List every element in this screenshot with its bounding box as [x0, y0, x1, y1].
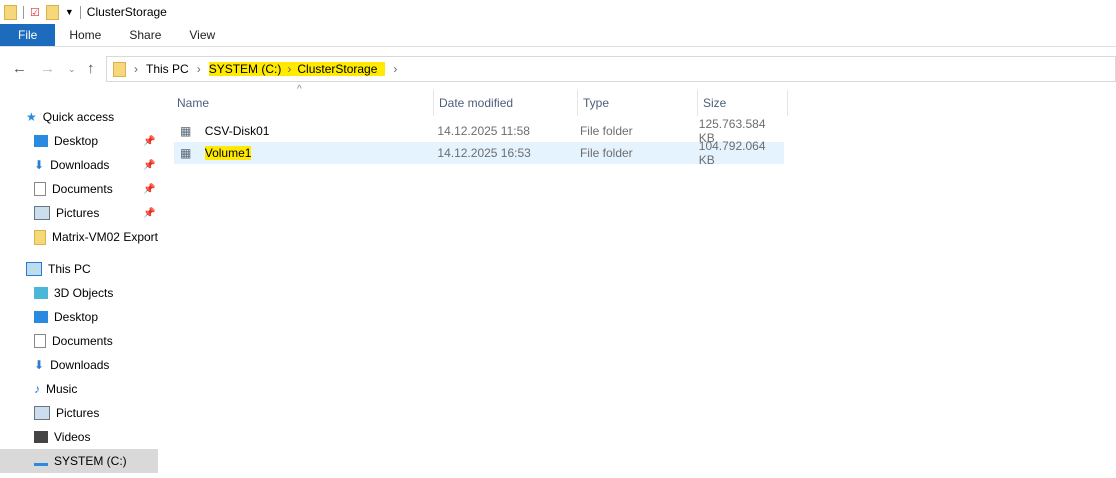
sidebar-item-music[interactable]: ♪ Music	[0, 377, 158, 401]
download-icon: ⬇	[34, 158, 45, 172]
folder-icon	[113, 61, 126, 77]
documents-icon	[34, 182, 46, 196]
drive-icon	[34, 457, 48, 466]
pin-icon: 📌	[143, 207, 156, 219]
file-row[interactable]: ▦ Volume1 14.12.2025 16:53 File folder 1…	[174, 139, 784, 167]
sidebar-item-desktop[interactable]: Desktop 📌	[0, 129, 158, 153]
breadcrumb-this-pc[interactable]: This PC	[146, 62, 189, 76]
sidebar-item-documents-pc[interactable]: Documents	[0, 329, 158, 353]
file-row[interactable]: ▦ CSV-Disk01 14.12.2025 11:58 File folde…	[174, 117, 784, 145]
column-headers: Name Date modified Type Size	[172, 90, 788, 116]
address-bar[interactable]: › This PC › SYSTEM (C:) › ClusterStorage…	[106, 56, 1116, 82]
pin-icon: 📌	[143, 183, 156, 195]
window-title: ClusterStorage	[86, 5, 167, 19]
sidebar-item-documents[interactable]: Documents 📌	[0, 177, 158, 201]
sidebar-item-videos[interactable]: Videos	[0, 425, 158, 449]
pictures-icon	[34, 206, 50, 220]
sidebar-item-downloads[interactable]: ⬇ Downloads 📌	[0, 153, 158, 177]
pin-icon: 📌	[143, 159, 156, 171]
breadcrumb-system-c[interactable]: SYSTEM (C:)	[208, 62, 282, 76]
mounted-volume-icon: ▦	[180, 146, 192, 160]
folder-icon	[34, 229, 46, 245]
column-size[interactable]: Size	[698, 90, 788, 116]
recent-chevron-icon[interactable]: ⌄	[68, 64, 76, 75]
download-icon: ⬇	[34, 358, 45, 372]
column-name[interactable]: Name	[172, 90, 434, 116]
tab-file[interactable]: File	[0, 24, 56, 46]
sidebar-item-matrix-vm02[interactable]: Matrix-VM02 Export	[0, 225, 158, 249]
customize-qat-icon[interactable]: ▼	[65, 7, 74, 17]
music-icon: ♪	[34, 382, 40, 396]
back-arrow-icon[interactable]: ←	[12, 60, 27, 77]
new-folder-icon[interactable]	[45, 4, 59, 20]
sidebar-item-pictures[interactable]: Pictures 📌	[0, 201, 158, 225]
breadcrumb-clusterstorage[interactable]: ClusterStorage	[297, 62, 386, 76]
navigation-pane: ★ Quick access Desktop 📌 ⬇ Downloads 📌 Docum…	[0, 105, 158, 473]
navigation-bar: ← → ⌄ ↑ › This PC › SYSTEM (C:) › Cluste…	[0, 52, 1116, 82]
desktop-icon	[34, 135, 48, 147]
sidebar-item-system-c[interactable]: SYSTEM (C:)	[0, 449, 158, 473]
properties-icon[interactable]: ☑	[30, 6, 40, 19]
quick-access-toolbar: ☑ ▼ ClusterStorage	[0, 0, 167, 24]
tab-view[interactable]: View	[175, 24, 229, 46]
mounted-volume-icon: ▦	[180, 124, 192, 138]
forward-arrow-icon[interactable]: →	[40, 60, 55, 77]
pictures-icon	[34, 406, 50, 420]
sidebar-item-downloads-pc[interactable]: ⬇ Downloads	[0, 353, 158, 377]
column-date-modified[interactable]: Date modified	[434, 90, 578, 116]
pin-icon: 📌	[143, 135, 156, 147]
tab-share[interactable]: Share	[115, 24, 175, 46]
videos-icon	[34, 431, 48, 443]
ribbon-tabs: File Home Share View	[0, 24, 1116, 47]
sidebar-item-3d-objects[interactable]: 3D Objects	[0, 281, 158, 305]
folder-icon	[4, 4, 17, 20]
sidebar-this-pc[interactable]: This PC	[0, 257, 158, 281]
sidebar-item-desktop-pc[interactable]: Desktop	[0, 305, 158, 329]
tab-home[interactable]: Home	[55, 24, 115, 46]
desktop-icon	[34, 311, 48, 323]
documents-icon	[34, 334, 46, 348]
sidebar-item-pictures-pc[interactable]: Pictures	[0, 401, 158, 425]
computer-icon	[26, 262, 42, 276]
sidebar-quick-access[interactable]: ★ Quick access	[0, 105, 158, 129]
up-arrow-icon[interactable]: ↑	[87, 60, 95, 77]
column-type[interactable]: Type	[578, 90, 698, 116]
3d-objects-icon	[34, 287, 48, 299]
